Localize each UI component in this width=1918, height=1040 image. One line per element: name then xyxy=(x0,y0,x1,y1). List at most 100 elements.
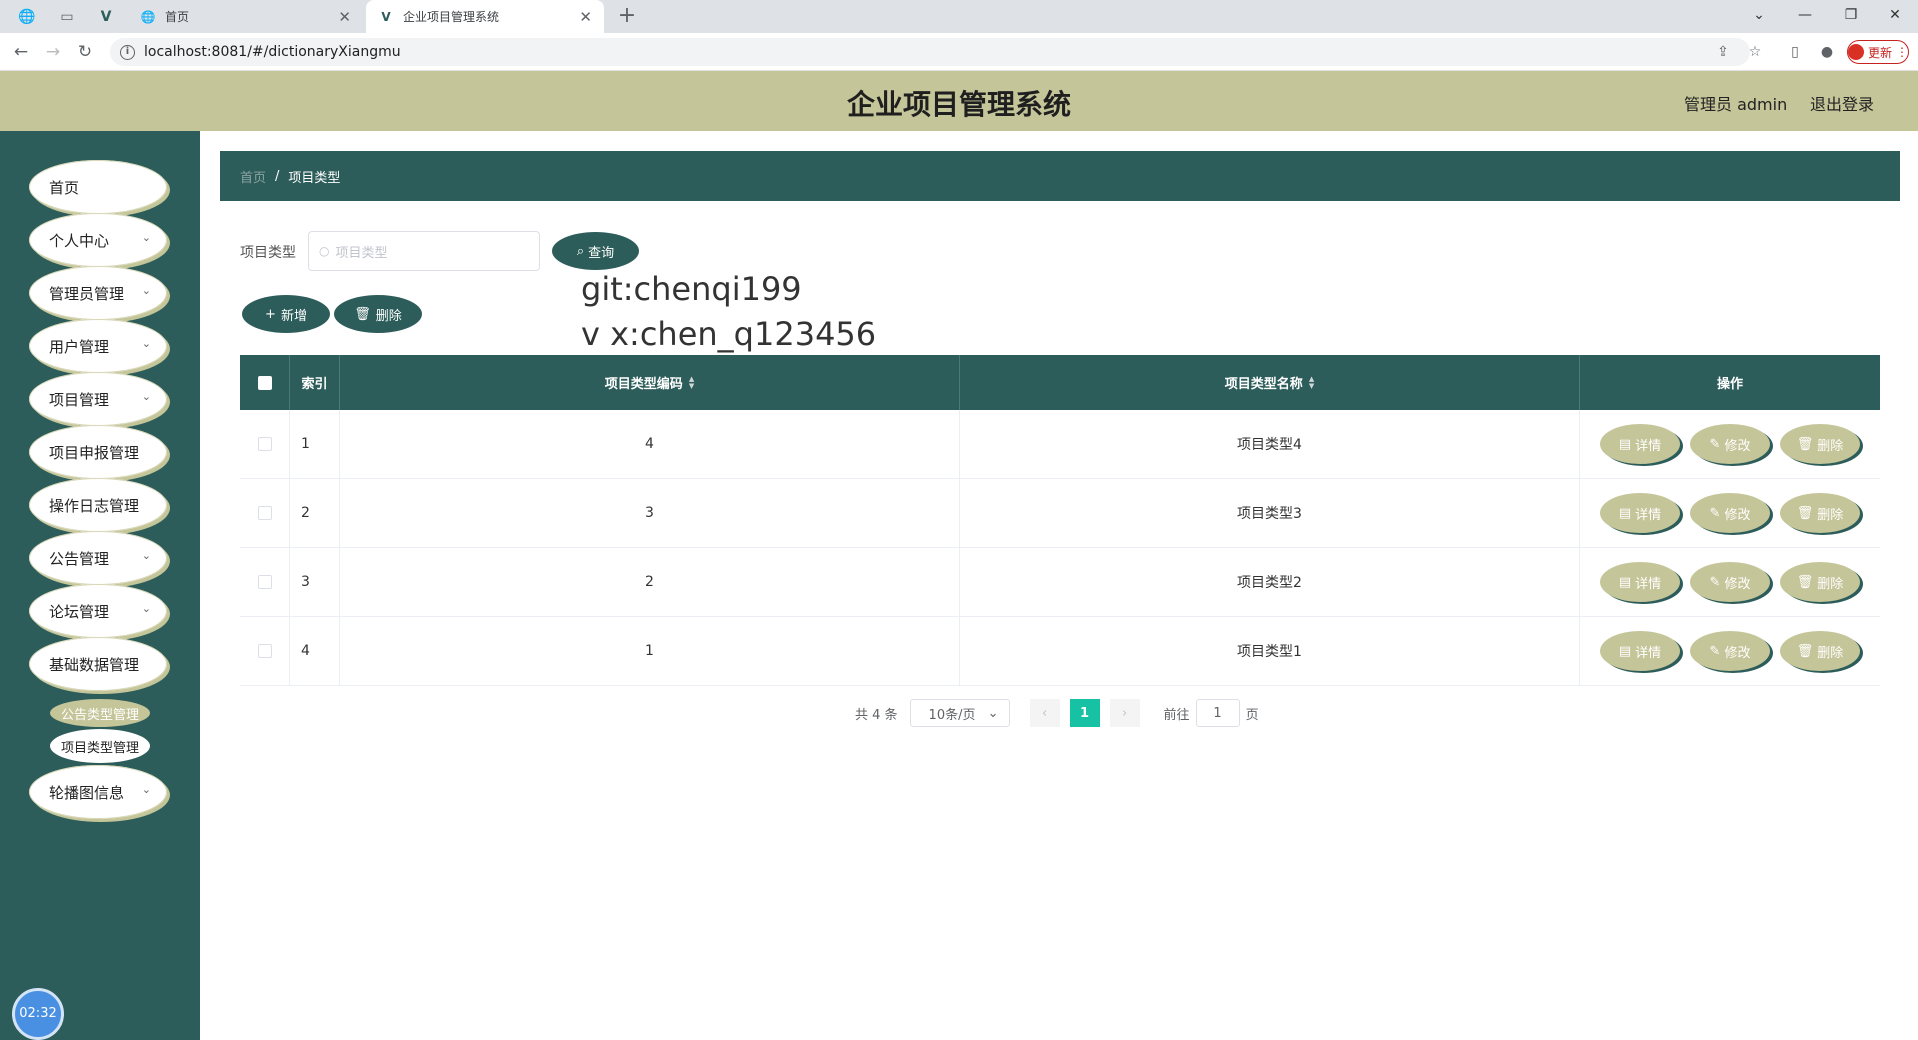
row-select[interactable] xyxy=(240,479,290,547)
row-checkbox[interactable] xyxy=(257,506,272,520)
sidebar-item-user-management[interactable]: 用户管理 ⌄ xyxy=(29,319,167,373)
search-input[interactable]: ○ 项目类型 xyxy=(308,231,540,271)
new-tab-plus-icon[interactable]: + xyxy=(614,3,640,29)
update-label: 更新 xyxy=(1868,45,1893,60)
chevron-down-icon: ⌄ xyxy=(141,337,151,350)
sidebar-item-carousel[interactable]: 轮播图信息 ⌄ xyxy=(29,765,167,819)
chevron-down-icon: ⌄ xyxy=(141,549,151,562)
avatar xyxy=(1848,44,1864,60)
sidebar-item-home[interactable]: 首页 xyxy=(29,160,167,214)
submenu-item-project-type[interactable]: 项目类型管理 xyxy=(50,729,150,763)
trash-icon: 🗑 xyxy=(1796,436,1814,452)
sidebar-item-project-application[interactable]: 项目申报管理 xyxy=(29,425,167,479)
bookmark-star-icon[interactable]: ☆ xyxy=(1744,41,1766,63)
logout-link[interactable]: 退出登录 xyxy=(1810,91,1874,115)
sidebar-item-admin-management[interactable]: 管理员管理 ⌄ xyxy=(29,266,167,320)
share-icon[interactable]: ⇪ xyxy=(1712,41,1734,63)
sort-icon[interactable]: ▲ ▼ xyxy=(1309,375,1314,390)
watermark-line-1: git:chenqi199 xyxy=(581,270,802,308)
restore-icon[interactable]: ❐ xyxy=(1828,0,1874,33)
pagination-total: 共 4 条 xyxy=(855,707,898,723)
row-select[interactable] xyxy=(240,617,290,685)
row-select[interactable] xyxy=(240,410,290,478)
header-name[interactable]: 项目类型名称 ▲ ▼ xyxy=(960,355,1580,410)
goto-page-input[interactable]: 1 xyxy=(1195,699,1240,727)
pencil-icon: ✎ xyxy=(1709,505,1721,521)
detail-button[interactable]: ▤ 详情 xyxy=(1600,493,1680,533)
edit-button[interactable]: ✎ 修改 xyxy=(1690,562,1770,602)
delete-button[interactable]: 🗑 删除 xyxy=(1780,631,1860,671)
row-index: 4 xyxy=(290,617,340,685)
close-icon[interactable]: ✕ xyxy=(579,8,592,26)
page-number-current[interactable]: 1 xyxy=(1069,699,1100,727)
page-size-select[interactable]: 10条/页 ⌄ xyxy=(909,699,1010,727)
header-ops-label: 操作 xyxy=(1716,377,1743,392)
sort-icon[interactable]: ▲ ▼ xyxy=(689,375,694,390)
detail-button[interactable]: ▤ 详情 xyxy=(1600,562,1680,602)
delete-button[interactable]: 🗑 删除 xyxy=(1780,493,1860,533)
row-name: 项目类型1 xyxy=(960,617,1580,685)
row-select[interactable] xyxy=(240,548,290,616)
chevron-right-icon: › xyxy=(1121,705,1128,721)
back-arrow-icon[interactable]: ← xyxy=(10,41,32,63)
sidebar-item-label: 论坛管理 xyxy=(49,602,110,621)
sidebar-item-forum-management[interactable]: 论坛管理 ⌄ xyxy=(29,584,167,638)
edit-button[interactable]: ✎ 修改 xyxy=(1690,631,1770,671)
batch-delete-button[interactable]: 🗑 删除 xyxy=(334,295,422,333)
url-field[interactable]: i localhost:8081/#/dictionaryXiangmu xyxy=(110,38,1750,66)
search-placeholder: 项目类型 xyxy=(335,245,388,261)
header-select-all[interactable] xyxy=(240,355,290,410)
prev-page-button[interactable]: ‹ xyxy=(1029,699,1060,727)
browser-tab-bar: 🌐 ▭ V 🌐 首页 ✕ V 企业项目管理系统 ✕ + ⌄ — ❐ ✕ xyxy=(0,0,1918,33)
row-actions: ▤ 详情 ✎ 修改 🗑 删除 xyxy=(1580,617,1880,685)
browser-tab-home[interactable]: 🌐 首页 ✕ xyxy=(128,0,363,33)
row-checkbox[interactable] xyxy=(257,644,272,658)
browser-tab-active[interactable]: V 企业项目管理系统 ✕ xyxy=(366,0,604,33)
close-icon[interactable]: ✕ xyxy=(338,8,351,26)
sidebar-item-label: 个人中心 xyxy=(49,231,110,250)
sidebar-item-personal-center[interactable]: 个人中心 ⌄ xyxy=(29,213,167,267)
tab-title: 企业项目管理系统 xyxy=(403,10,500,24)
browser-update-button[interactable]: 更新 ⋮ xyxy=(1847,40,1909,64)
edit-label: 修改 xyxy=(1724,438,1751,454)
detail-button[interactable]: ▤ 详情 xyxy=(1600,424,1680,464)
tab-search-chevron-icon[interactable]: ⌄ xyxy=(1736,0,1782,33)
breadcrumb: 首页 / 项目类型 xyxy=(220,151,1900,201)
sidebar-item-project-management[interactable]: 项目管理 ⌄ xyxy=(29,372,167,426)
delete-button[interactable]: 🗑 删除 xyxy=(1780,562,1860,602)
add-button[interactable]: + 新增 xyxy=(242,295,330,333)
minimize-icon[interactable]: — xyxy=(1782,0,1828,33)
edit-button[interactable]: ✎ 修改 xyxy=(1690,424,1770,464)
row-checkbox[interactable] xyxy=(257,575,272,589)
goto-label: 前往 xyxy=(1163,707,1190,723)
pinned-tab-globe-icon[interactable]: 🌐 xyxy=(16,6,38,28)
forward-arrow-icon[interactable]: → xyxy=(42,41,64,63)
row-index: 3 xyxy=(290,548,340,616)
sidebar-item-notice-management[interactable]: 公告管理 ⌄ xyxy=(29,531,167,585)
query-button[interactable]: ⌕ 查询 xyxy=(552,232,639,270)
submenu-item-label: 公告类型管理 xyxy=(60,707,139,723)
side-panel-icon[interactable]: ▯ xyxy=(1784,41,1806,63)
current-user: 管理员 admin xyxy=(1684,95,1788,114)
reload-icon[interactable]: ↻ xyxy=(74,41,96,63)
breadcrumb-home[interactable]: 首页 xyxy=(240,167,266,186)
detail-label: 详情 xyxy=(1635,645,1662,661)
select-all-checkbox[interactable] xyxy=(257,375,272,390)
pinned-tab-page-icon[interactable]: ▭ xyxy=(56,6,78,28)
row-checkbox[interactable] xyxy=(257,437,272,451)
sidebar-item-operation-log[interactable]: 操作日志管理 xyxy=(29,478,167,532)
table-row: 3 2 项目类型2 ▤ 详情 ✎ 修改 🗑 删除 xyxy=(240,548,1880,617)
edit-button[interactable]: ✎ 修改 xyxy=(1690,493,1770,533)
window-close-icon[interactable]: ✕ xyxy=(1872,0,1918,33)
delete-button[interactable]: 🗑 删除 xyxy=(1780,424,1860,464)
detail-button[interactable]: ▤ 详情 xyxy=(1600,631,1680,671)
header-code[interactable]: 项目类型编码 ▲ ▼ xyxy=(340,355,960,410)
pinned-tab-vue-icon[interactable]: V xyxy=(95,6,117,28)
profile-icon[interactable]: ● xyxy=(1816,41,1838,63)
sidebar-item-base-data[interactable]: 基础数据管理 xyxy=(29,637,167,691)
site-info-icon[interactable]: i xyxy=(120,44,135,60)
submenu-item-notice-type[interactable]: 公告类型管理 xyxy=(50,699,150,727)
row-code: 2 xyxy=(340,548,960,616)
next-page-button[interactable]: › xyxy=(1109,699,1140,727)
page-size-value: 10条/页 xyxy=(928,707,976,723)
